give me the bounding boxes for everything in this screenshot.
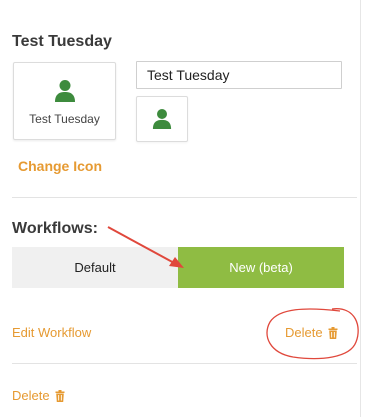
delete-workflow-label: Delete xyxy=(285,325,323,340)
panel-edge xyxy=(360,0,361,417)
profile-icon-card[interactable]: Test Tuesday xyxy=(13,62,116,140)
trash-icon xyxy=(55,389,65,402)
edit-workflow-link[interactable]: Edit Workflow xyxy=(12,325,91,340)
divider xyxy=(12,197,357,198)
trash-icon xyxy=(328,326,338,339)
profile-card-label: Test Tuesday xyxy=(29,112,100,126)
divider xyxy=(12,363,357,364)
name-input[interactable] xyxy=(136,61,342,89)
workflows-label: Workflows: xyxy=(12,220,98,237)
change-icon-link[interactable]: Change Icon xyxy=(18,158,102,174)
delete-label: Delete xyxy=(12,388,50,403)
user-icon xyxy=(152,109,172,129)
workflow-option-new-beta[interactable]: New (beta) xyxy=(178,247,344,288)
workflow-option-default[interactable]: Default xyxy=(12,247,178,288)
settings-panel: Test Tuesday Test Tuesday Change Icon Wo… xyxy=(0,0,360,417)
icon-preview[interactable] xyxy=(136,96,188,142)
page-title: Test Tuesday xyxy=(12,33,112,50)
user-icon xyxy=(55,80,75,102)
delete-workflow-button[interactable]: Delete xyxy=(285,325,338,340)
workflow-toggle: Default New (beta) xyxy=(12,247,344,288)
delete-button[interactable]: Delete xyxy=(12,388,65,403)
